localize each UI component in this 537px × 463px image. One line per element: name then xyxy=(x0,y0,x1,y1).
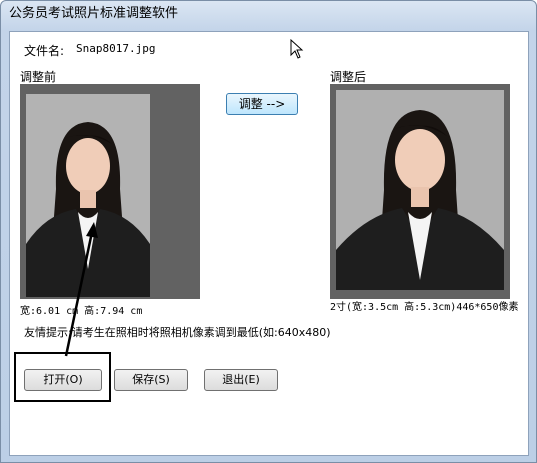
window-title: 公务员考试照片标准调整软件 xyxy=(9,6,179,21)
app-window: 公务员考试照片标准调整软件 文件名: Snap8017.jpg 调整前 调整后 xyxy=(0,0,537,463)
mouse-pointer-icon xyxy=(290,39,304,59)
title-bar[interactable]: 公务员考试照片标准调整软件 xyxy=(1,1,536,31)
annotation-arrow xyxy=(64,222,98,357)
client-area: 文件名: Snap8017.jpg 调整前 调整后 调整 --> 宽:6.01 … xyxy=(9,31,529,456)
